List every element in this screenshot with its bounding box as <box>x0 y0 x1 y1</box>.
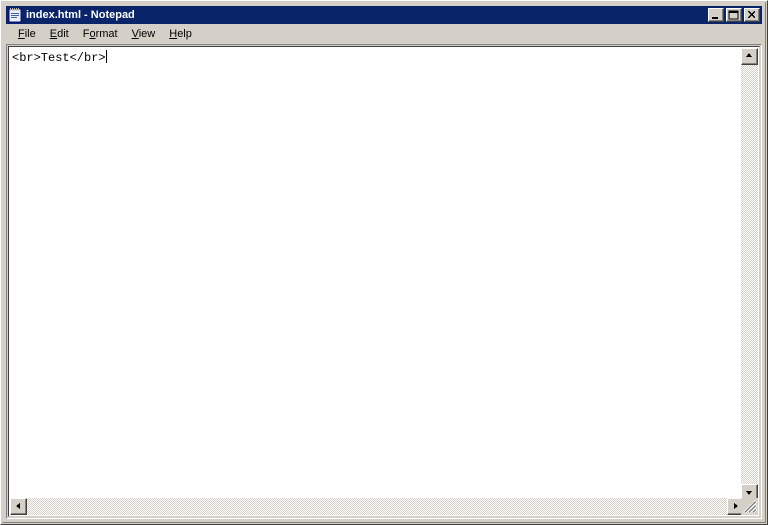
menu-accel-view: V <box>131 28 139 40</box>
vertical-scroll-track[interactable] <box>741 65 758 484</box>
menu-label-help: elp <box>177 28 192 40</box>
document-text: <br>Test</br> <box>12 51 106 65</box>
size-grip[interactable] <box>741 498 758 515</box>
edit-area-frame: <br>Test</br> <box>8 46 760 517</box>
title-bar[interactable]: index.html - Notepad <box>6 6 762 24</box>
window-inner-frame: index.html - Notepad File Edit Format Vi… <box>2 2 766 523</box>
menu-label-view: iew <box>138 28 156 40</box>
text-caret <box>105 50 107 63</box>
client-area: <br>Test</br> <box>6 44 762 519</box>
menu-accel-edit: E <box>49 28 58 40</box>
menu-item-help[interactable]: Help <box>162 26 199 43</box>
scroll-right-button[interactable] <box>727 498 744 515</box>
menu-bar: File Edit Format View Help <box>6 25 762 44</box>
menu-item-format[interactable]: Format <box>76 26 125 43</box>
notepad-window: index.html - Notepad File Edit Format Vi… <box>0 0 768 525</box>
menu-item-edit[interactable]: Edit <box>43 26 76 43</box>
menu-accel-file: F <box>18 28 25 40</box>
horizontal-scroll-track[interactable] <box>27 498 727 515</box>
close-button[interactable] <box>744 8 760 22</box>
text-editor[interactable]: <br>Test</br> <box>10 48 743 500</box>
window-title: index.html - Notepad <box>26 9 135 21</box>
scroll-up-button[interactable] <box>741 48 758 65</box>
menu-item-view[interactable]: View <box>125 26 163 43</box>
maximize-button[interactable] <box>726 8 742 22</box>
vertical-scrollbar[interactable] <box>741 48 758 501</box>
menu-label-file: ile <box>24 28 36 40</box>
menu-label-edit: dit <box>57 28 69 40</box>
menu-label-format-post: rmat <box>95 28 118 40</box>
menu-accel-help: H <box>169 28 178 40</box>
scroll-left-button[interactable] <box>10 498 27 515</box>
horizontal-scrollbar[interactable] <box>10 498 744 515</box>
window-body: index.html - Notepad File Edit Format Vi… <box>4 4 764 521</box>
notepad-icon <box>7 7 23 23</box>
minimize-button[interactable] <box>708 8 724 22</box>
window-controls <box>708 8 760 22</box>
scroll-down-button[interactable] <box>741 484 758 501</box>
menu-item-file[interactable]: File <box>11 26 43 43</box>
